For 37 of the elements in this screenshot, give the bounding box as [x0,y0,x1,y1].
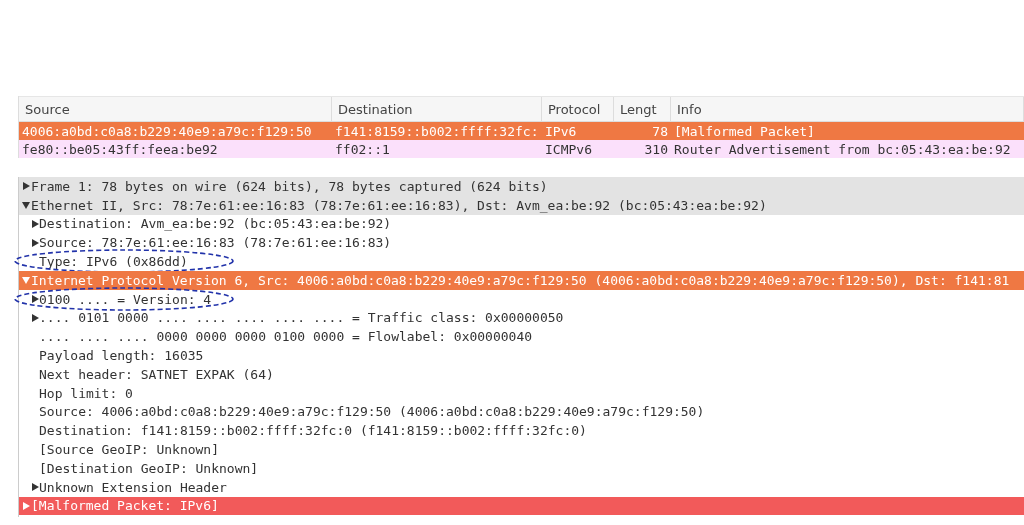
column-header[interactable]: Info [671,97,1024,121]
tree-item-label[interactable]: .... 0101 0000 .... .... .... .... .... = Traffic class: 0x00000050 [39,310,564,326]
table-cell-text: f141:8159::b002:ffff:32fc: [334,123,540,139]
tree-item-label: Ethernet II, Src: 78:7e:61:ee:16:83 (78:7e:61:ee:16:83), Dst: Avm_ea:be:92 (bc:05:43:ea:be:92) [31,197,767,213]
tree-item-label: Frame 1: 78 bytes on wire (624 bits), 78 bytes captured (624 bits) [31,178,548,194]
expand-arrow-icon[interactable] [22,182,30,191]
table-cell-text: 4006:a0bd:c0a8:b229:40e9:a79c:f129:50 [21,123,313,139]
tree-item-label[interactable]: .... .... .... 0000 0000 0000 0100 0000 = Flowlabel: 0x00000040 [39,329,533,345]
tree-row[interactable]: Frame 1: 78 bytes on wire (624 bits), 78 bytes captured (624 bits) [19,177,1024,196]
table-cell-text: ICMPv6 [544,141,593,157]
expand-arrow-icon[interactable] [31,220,39,228]
table-cell-text: IPv6 [544,123,578,139]
table-cell-text: Router Advertisement from bc:05:43:ea:be:92 [673,141,1012,157]
tree-item-label[interactable]: Source: 4006:a0bd:c0a8:b229:40e9:a79c:f129:50 (4006:a0bd:c0a8:b229:40e9:a79c:f129:50) [39,404,705,420]
tree-item-label: [Malformed Packet: IPv6] [31,498,219,514]
tree-item-label[interactable]: Destination: f141:8159::b002:ffff:32fc:0 (f141:8159::b002:ffff:32fc:0) [39,423,587,439]
column-header[interactable]: Source [19,97,332,121]
tree-item-label[interactable]: [Source GeoIP: Unknown] [39,442,219,458]
tree-item-label: Internet Protocol Version 6, Src: 4006:a0bd:c0a8:b229:40e9:a79c:f129:50 (4006:a0bd:c0a8:b229:40e9:a79c:f129:50), Dst: f141:81 [31,272,1010,288]
tree-item-label[interactable]: Hop limit: 0 [39,385,133,401]
tree-item-label[interactable]: Source: 78:7e:61:ee:16:83 (78:7e:61:ee:16:83) [39,235,392,251]
table-cell-text: ff02::1 [334,141,391,157]
packet-row[interactable]: fe80::be05:43ff:feea:be92 ff02::1 ICMPv6 310 Router Advertisement from bc:05:43:ea:be:92 [19,140,1024,158]
tree-item-label[interactable]: [Destination GeoIP: Unknown] [39,460,259,476]
tree-item-label[interactable]: Payload length: 16035 [39,348,204,364]
table-cell-text: 78 [651,123,669,139]
table-cell-text: [Malformed Packet] [673,123,816,139]
column-header[interactable]: Lengt [614,97,671,121]
column-header[interactable]: Protocol [542,97,614,121]
column-header[interactable]: Destination [332,97,542,121]
expand-arrow-icon[interactable] [31,238,39,247]
table-cell-text: fe80::be05:43ff:feea:be92 [21,141,219,157]
table-cell-text: 310 [643,141,669,157]
tree-item-label[interactable]: Destination: Avm_ea:be:92 (bc:05:43:ea:be:92) [39,216,392,232]
tree-item-label[interactable]: Next header: SATNET EXPAK (64) [39,366,274,382]
tree-item-label[interactable]: Unknown Extension Header [39,479,227,495]
collapse-arrow-icon[interactable] [22,201,30,209]
